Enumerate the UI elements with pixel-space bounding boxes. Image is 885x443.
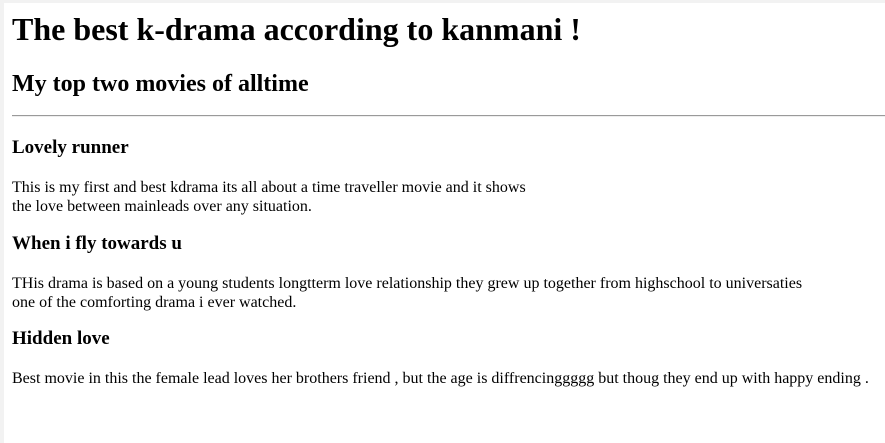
drama-title-hidden-love: Hidden love [12, 328, 110, 349]
description-line: THis drama is based on a young students … [12, 275, 803, 292]
drama-description-lovely-runner: This is my first and best kdrama its all… [12, 178, 526, 216]
description-line: one of the comforting drama i ever watch… [12, 294, 297, 311]
drama-title-when-i-fly-towards-u: When i fly towards u [12, 233, 182, 254]
drama-description-hidden-love: Best movie in this the female lead loves… [12, 369, 869, 388]
description-line: the love between mainleads over any situ… [12, 198, 312, 215]
drama-description-when-i-fly-towards-u: THis drama is based on a young students … [12, 274, 802, 312]
horizontal-divider [12, 115, 885, 117]
page-title: The best k-drama according to kanmani ! [12, 11, 581, 47]
page-subtitle: My top two movies of alltime [12, 71, 309, 97]
drama-title-lovely-runner: Lovely runner [12, 137, 129, 158]
description-line: Best movie in this the female lead loves… [12, 370, 869, 387]
description-line: This is my first and best kdrama its all… [12, 179, 526, 196]
